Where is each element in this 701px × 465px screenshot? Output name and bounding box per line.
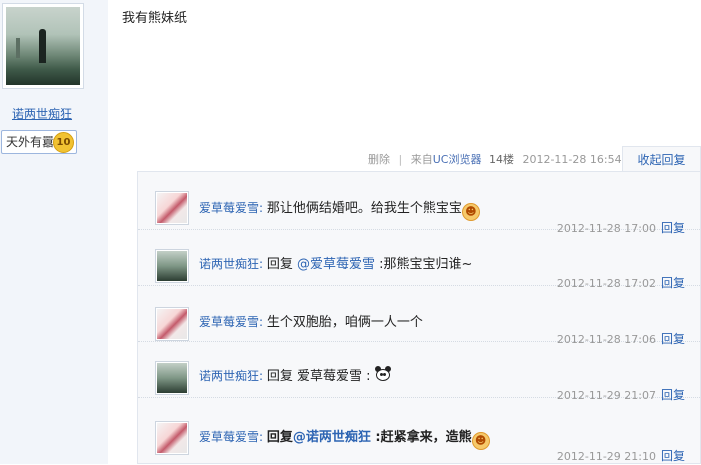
reply-avatar[interactable] (155, 307, 189, 341)
post-meta: 删除 | 来自UC浏览器 14楼 2012-11-28 16:54 (368, 150, 622, 170)
reply-username[interactable]: 爱草莓爱雪: (199, 430, 263, 444)
author-sidebar: 诺两世痴狂 天外有囂 10 (0, 0, 108, 464)
reply-avatar[interactable] (155, 191, 189, 225)
reply-message: 那让他俩结婚吧。给我生个熊宝宝 (266, 201, 462, 216)
avatar-image (6, 7, 80, 85)
collapse-replies-button[interactable]: 收起回复 (622, 146, 701, 172)
reply-item: 爱草莓爱雪: 那让他俩结婚吧。给我生个熊宝宝 ☻ 2012-11-28 17:00… (138, 172, 700, 235)
reply-content: 诺两世痴狂: 回复 @爱草莓爱雪 :那熊宝宝归谁~ (199, 253, 472, 272)
reply-button[interactable]: 回复 (661, 449, 685, 463)
panda-emoji-icon (374, 365, 392, 383)
reply-content: 诺两世痴狂: 回复 爱草莓爱雪 : (199, 365, 392, 384)
reply-item: 诺两世痴狂: 回复 @爱草莓爱雪 :那熊宝宝归谁~ 2012-11-28 17:… (138, 229, 700, 290)
reply-content: 爱草莓爱雪: 回复@诺两世痴狂 :赶紧拿来，造熊 ☻ (199, 426, 490, 450)
reply-avatar[interactable] (155, 249, 189, 283)
meta-divider: | (398, 153, 403, 166)
reply-message: :那熊宝宝归谁~ (375, 257, 473, 272)
reply-item: 爱草莓爱雪: 生个双胞胎，咱俩一人一个 2012-11-28 17:06 回复 (138, 285, 700, 346)
reply-message: :赶紧拿来，造熊 (370, 430, 472, 445)
rank-badge[interactable]: 天外有囂 10 (1, 130, 78, 154)
level-badge-icon: 10 (53, 132, 75, 153)
reply-username[interactable]: 爱草莓爱雪: (199, 201, 263, 215)
floor-number: 14楼 (488, 153, 514, 166)
reply-content: 爱草莓爱雪: 那让他俩结婚吧。给我生个熊宝宝 ☻ (199, 197, 480, 221)
author-avatar[interactable] (2, 3, 84, 89)
reply-item: 诺两世痴狂: 回复 爱草莓爱雪 : 2012-11-29 21:07 回复 (138, 341, 700, 402)
smile-emoji-icon: ☻ (461, 203, 480, 221)
reply-prefix: 回复 (266, 430, 293, 445)
reply-username[interactable]: 爱草莓爱雪: (199, 315, 263, 329)
reply-username[interactable]: 诺两世痴狂: (199, 369, 263, 383)
source-prefix: 来自 (410, 153, 433, 166)
reply-avatar[interactable] (155, 421, 189, 455)
reply-content: 爱草莓爱雪: 生个双胞胎，咱俩一人一个 (199, 311, 423, 330)
reply-meta: 2012-11-29 21:10 回复 (557, 447, 685, 464)
author-name-link[interactable]: 诺两世痴狂 (12, 105, 72, 122)
reply-prefix: 回复 爱草莓爱雪 : (266, 369, 371, 384)
smile-emoji-icon: ☻ (471, 432, 490, 450)
reply-username[interactable]: 诺两世痴狂: (199, 257, 263, 271)
reply-message: 生个双胞胎，咱俩一人一个 (266, 315, 423, 330)
reply-list: 爱草莓爱雪: 那让他俩结婚吧。给我生个熊宝宝 ☻ 2012-11-28 17:00… (137, 171, 701, 464)
reply-item: 爱草莓爱雪: 回复@诺两世痴狂 :赶紧拿来，造熊 ☻ 2012-11-29 21:… (138, 397, 700, 465)
source-link[interactable]: UC浏览器 (433, 153, 482, 166)
reply-avatar[interactable] (155, 361, 189, 395)
reply-prefix: 回复 (266, 257, 298, 272)
delete-link[interactable]: 删除 (368, 153, 390, 166)
rank-title: 天外有囂 (6, 135, 55, 149)
post-time: 2012-11-28 16:54 (522, 153, 622, 166)
mention-link[interactable]: @爱草莓爱雪 (297, 257, 375, 272)
reply-time: 2012-11-29 21:10 (556, 450, 656, 463)
post-content: 我有熊妹纸 (122, 11, 188, 26)
mention-link[interactable]: @诺两世痴狂 (293, 430, 371, 445)
